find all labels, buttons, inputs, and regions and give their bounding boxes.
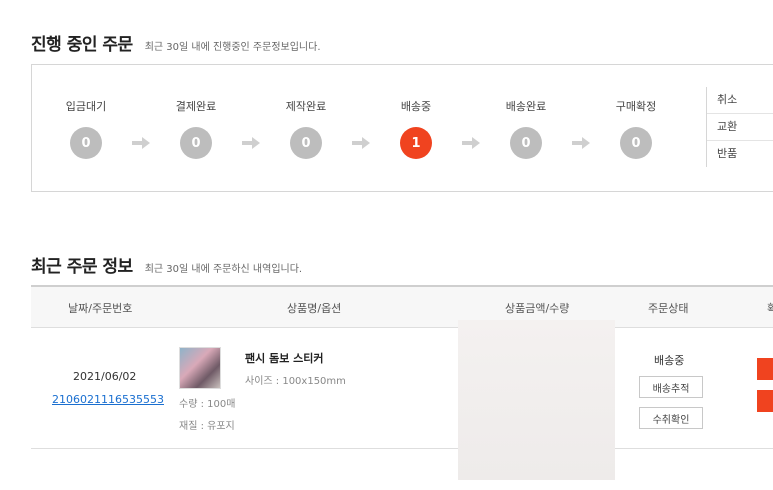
track-delivery-button[interactable]: 배송추적 — [639, 376, 703, 398]
progress-subtitle: 최근 30일 내에 진행중인 주문정보입니다. — [144, 42, 321, 53]
step-label: 결제완료 — [175, 100, 217, 113]
header-product: 상품명/옵션 — [287, 302, 342, 315]
step-count: 0 — [510, 127, 542, 159]
order-progress-panel: 입금대기 0 결제완료 0 제작완료 0 배송중 1 배송완료 0 구매확정 0… — [31, 64, 773, 192]
arrow-right-icon — [462, 137, 480, 149]
recent-subtitle: 최근 30일 내에 주문하신 내역입니다. — [144, 264, 303, 275]
step-label: 배송완료 — [505, 100, 547, 113]
order-number-link[interactable]: 2106021116535553 — [52, 393, 164, 406]
arrow-right-icon — [572, 137, 590, 149]
product-material: 재질 : 유포지 — [179, 421, 235, 432]
progress-title: 진행 중인 주문 — [31, 35, 133, 55]
product-quantity: 수량 : 100매 — [179, 399, 236, 410]
step-label: 입금대기 — [65, 100, 107, 113]
arrow-right-icon — [132, 137, 150, 149]
action-button[interactable] — [757, 358, 773, 380]
progress-section-header: 진행 중인 주문 최근 30일 내에 진행중인 주문정보입니다. — [31, 30, 321, 55]
confirm-receipt-button[interactable]: 수취확인 — [639, 407, 703, 429]
step-count: 0 — [180, 127, 212, 159]
side-item-exchange[interactable]: 교환 — [707, 114, 773, 141]
header-date-order: 날짜/주문번호 — [68, 302, 133, 315]
arrow-right-icon — [242, 137, 260, 149]
recent-orders-table: 날짜/주문번호 상품명/옵션 상품금액/수량 주문상태 확 2021/06/02… — [31, 285, 773, 480]
price-qty-cell — [458, 320, 615, 480]
header-status: 주문상태 — [648, 302, 689, 315]
product-option: 사이즈 : 100x150mm — [245, 376, 346, 387]
table-header: 날짜/주문번호 상품명/옵션 상품금액/수량 주문상태 확 — [31, 285, 773, 328]
header-price-qty: 상품금액/수량 — [505, 302, 570, 315]
order-date: 2021/06/02 — [73, 370, 137, 383]
recent-section-header: 최근 주문 정보 최근 30일 내에 주문하신 내역입니다. — [31, 252, 302, 277]
step-label: 배송중 — [400, 100, 432, 113]
step-count: 0 — [290, 127, 322, 159]
arrow-right-icon — [352, 137, 370, 149]
side-item-cancel[interactable]: 취소 — [707, 87, 773, 114]
cancel-exchange-return-list: 취소 교환 반품 — [706, 87, 773, 167]
header-last: 확 — [767, 302, 773, 315]
product-name[interactable]: 팬시 돔보 스티커 — [245, 350, 324, 366]
order-status: 배송중 — [654, 354, 685, 367]
recent-title: 최근 주문 정보 — [31, 257, 133, 277]
table-row: 2021/06/02 2106021116535553 팬시 돔보 스티커 사이… — [31, 320, 773, 480]
step-label: 구매확정 — [615, 100, 657, 113]
step-count: 0 — [70, 127, 102, 159]
step-label: 제작완료 — [285, 100, 327, 113]
side-item-return[interactable]: 반품 — [707, 141, 773, 167]
step-count: 1 — [400, 127, 432, 159]
action-button[interactable] — [757, 390, 773, 412]
step-count: 0 — [620, 127, 652, 159]
product-thumbnail[interactable] — [179, 347, 221, 389]
